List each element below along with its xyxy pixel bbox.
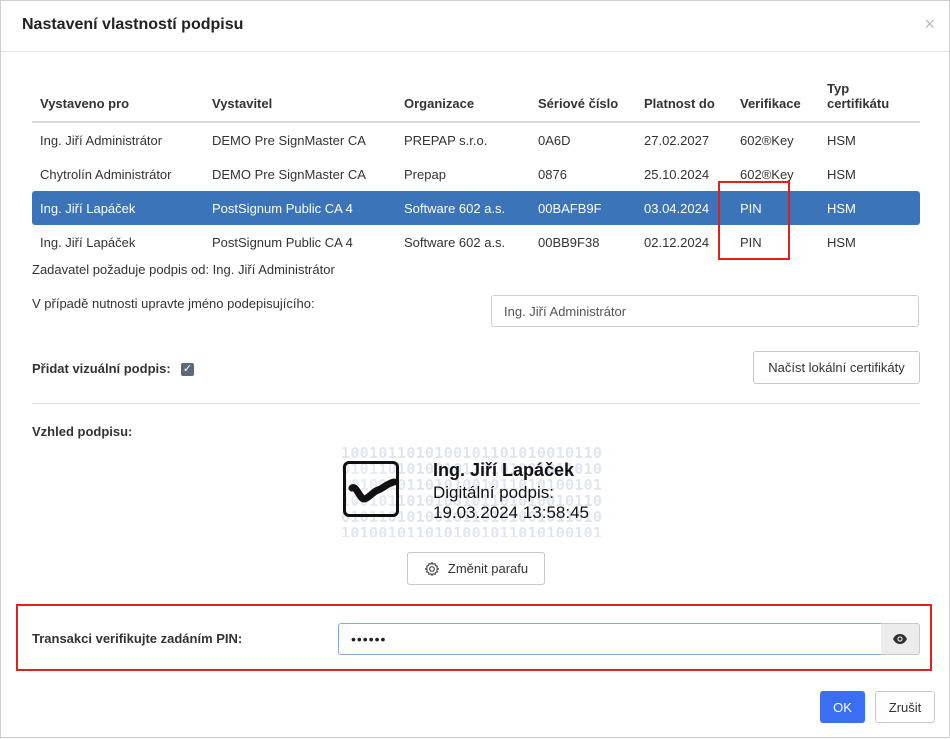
check-icon: ✓ <box>182 363 193 375</box>
cell-issuer: DEMO Pre SignMaster CA <box>212 166 366 182</box>
table-row[interactable]: Ing. Jiří Administrátor DEMO Pre SignMas… <box>32 122 920 157</box>
signature-appearance-label: Vzhled podpisu: <box>32 424 133 439</box>
column-header[interactable]: Sériové číslo <box>530 73 636 123</box>
show-pin-button[interactable] <box>881 623 920 655</box>
cell-verification: PIN <box>740 234 762 250</box>
cell-valid-to: 02.12.2024 <box>644 234 710 250</box>
pin-input[interactable] <box>338 623 882 655</box>
column-header[interactable]: Typ certifikátu <box>819 73 920 123</box>
load-local-certificates-button[interactable]: Načíst lokální certifikáty <box>753 351 920 384</box>
table-row-selected[interactable]: Ing. Jiří Lapáček PostSignum Public CA 4… <box>32 191 920 225</box>
cell-organization: PREPAP s.r.o. <box>404 132 488 148</box>
cell-organization: Prepap <box>404 166 446 182</box>
column-header[interactable]: Platnost do <box>636 73 732 123</box>
cell-cert-type: HSM <box>827 166 856 182</box>
divider <box>32 403 920 404</box>
cell-organization: Software 602 a.s. <box>404 234 506 250</box>
dialog-title: Nastavení vlastností podpisu <box>22 16 244 33</box>
cell-cert-type: HSM <box>827 234 856 250</box>
table-row[interactable]: Ing. Jiří Lapáček PostSignum Public CA 4… <box>32 225 920 259</box>
cell-issued-to: Ing. Jiří Lapáček <box>40 234 136 250</box>
cell-issued-to: Ing. Jiří Lapáček <box>32 191 204 225</box>
cell-serial: 00BB9F38 <box>538 234 600 250</box>
cell-issuer: PostSignum Public CA 4 <box>212 234 353 250</box>
eye-icon <box>893 634 907 644</box>
column-header[interactable]: Vystavitel <box>204 73 396 123</box>
cell-valid-to: 25.10.2024 <box>644 166 710 182</box>
cell-cert-type: HSM <box>819 191 920 225</box>
signature-preview: 1001011010100101101010010110 01011010100… <box>341 445 613 537</box>
cell-valid-to: 27.02.2027 <box>644 132 710 148</box>
column-header[interactable]: Vystaveno pro <box>32 73 204 123</box>
ok-button[interactable]: OK <box>820 691 865 723</box>
dialog-header: Nastavení vlastností podpisu × <box>1 1 949 52</box>
signer-name-input[interactable] <box>491 295 919 327</box>
cell-issued-to: Ing. Jiří Administrátor <box>40 132 163 148</box>
change-paraph-label: Změnit parafu <box>447 561 529 576</box>
cancel-button[interactable]: Zrušit <box>875 691 935 723</box>
cell-organization: Software 602 a.s. <box>396 191 530 225</box>
requester-text: Zadavatel požaduje podpis od: Ing. Jiří … <box>32 262 335 277</box>
visual-signature-checkbox[interactable]: ✓ <box>181 363 194 376</box>
signature-type: Digitální podpis: <box>433 483 554 502</box>
cell-issued-to: Chytrolín Administrátor <box>40 166 172 182</box>
signer-name-label: V případě nutnosti upravte jméno podepis… <box>32 296 315 311</box>
signature-timestamp: 19.03.2024 13:58:45 <box>433 503 589 522</box>
table-row[interactable]: Chytrolín Administrátor DEMO Pre SignMas… <box>32 157 920 191</box>
signature-name: Ing. Jiří Lapáček <box>433 460 575 480</box>
column-header[interactable]: Organizace <box>396 73 530 123</box>
cell-issuer: PostSignum Public CA 4 <box>204 191 396 225</box>
cell-verification: PIN <box>732 191 819 225</box>
cell-serial: 0876 <box>538 166 567 182</box>
cell-verification: 602®Key <box>740 132 794 148</box>
cell-serial: 0A6D <box>538 132 571 148</box>
change-paraph-button[interactable]: Změnit parafu <box>407 552 545 585</box>
visual-signature-label: Přidat vizuální podpis: <box>32 361 171 376</box>
pin-label: Transakci verifikujte zadáním PIN: <box>32 631 243 646</box>
cell-serial: 00BAFB9F <box>530 191 636 225</box>
cell-valid-to: 03.04.2024 <box>636 191 732 225</box>
cell-verification: 602®Key <box>740 166 794 182</box>
cell-cert-type: HSM <box>827 132 856 148</box>
column-header[interactable]: Verifikace <box>732 73 819 123</box>
signature-settings-dialog: Nastavení vlastností podpisu × Vystaveno… <box>0 0 950 738</box>
gear-icon <box>424 561 439 576</box>
table-header-row: Vystaveno pro Vystavitel Organizace Séri… <box>32 73 920 123</box>
close-icon[interactable]: × <box>924 15 935 33</box>
cell-issuer: DEMO Pre SignMaster CA <box>212 132 366 148</box>
certificate-table: Vystaveno pro Vystavitel Organizace Séri… <box>32 73 920 259</box>
signature-icon <box>343 461 399 517</box>
